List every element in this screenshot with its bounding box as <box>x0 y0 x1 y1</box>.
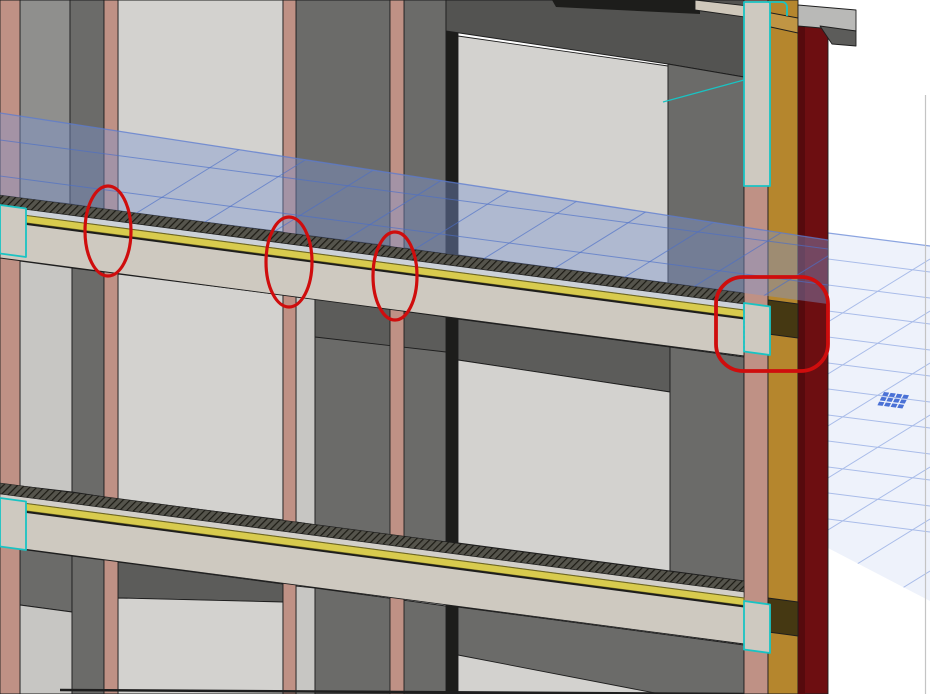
corner-side-face-mid[interactable] <box>670 347 744 581</box>
selected-column-end[interactable] <box>744 2 770 186</box>
wall-panel-mid-right[interactable] <box>458 360 670 571</box>
selected-beam-end-upper-right[interactable] <box>744 303 770 355</box>
window-recess-bottom-center[interactable] <box>315 588 446 694</box>
cladding-red-shade <box>798 24 805 694</box>
wall-panel-bottom-left[interactable] <box>118 598 283 694</box>
stud-a[interactable] <box>104 0 118 694</box>
selected-beam-end-upper-left[interactable] <box>0 205 26 257</box>
stud-left-edge[interactable] <box>0 0 20 694</box>
window-jamb-bottom[interactable] <box>296 586 315 694</box>
timber-notch-lower <box>768 598 798 636</box>
selected-beam-end-lower-right[interactable] <box>744 601 770 653</box>
timber-notch-upper <box>768 300 798 338</box>
window-soffit-bottom-left <box>20 549 72 612</box>
window-jamb-mid[interactable] <box>296 297 315 525</box>
wall-side-panel-mid[interactable] <box>20 261 72 492</box>
selected-beam-end-lower-left[interactable] <box>0 498 26 550</box>
stud-b[interactable] <box>283 0 296 694</box>
wall-panel-mid-left[interactable] <box>118 274 283 520</box>
model-scene <box>0 0 930 694</box>
wall-layer-timber-gold[interactable] <box>768 0 798 694</box>
wall-side-panel-bottom[interactable] <box>20 605 72 694</box>
window-recess-bottom-left[interactable] <box>72 556 104 694</box>
window-recess-mid-left[interactable] <box>72 268 104 497</box>
model-3d-viewport[interactable] <box>0 0 930 694</box>
